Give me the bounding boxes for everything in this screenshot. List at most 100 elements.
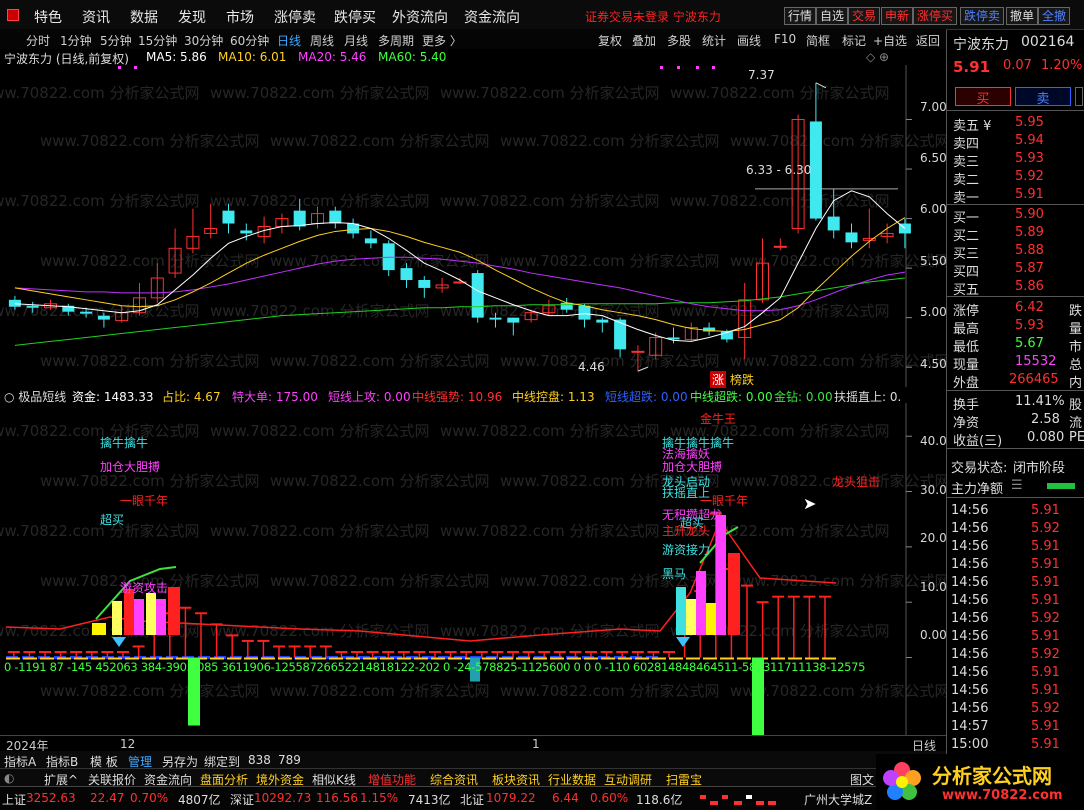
quote-button[interactable]: 行情 (784, 7, 817, 25)
login-notice[interactable]: 证券交易未登录 宁波东力 (585, 8, 721, 25)
menu-item-zi-xun[interactable]: 资讯 (82, 7, 110, 27)
signal-dot (677, 66, 680, 69)
ask-price[interactable]: 5.94 (1015, 133, 1044, 148)
tool-tongji[interactable]: 统计 (702, 32, 726, 49)
sh-amount: 4807亿 (178, 793, 221, 807)
menu-item-te-se[interactable]: 特色 (34, 7, 62, 27)
tool-add-watchlist[interactable]: +自选 (873, 32, 907, 49)
market-breadth-icon (690, 793, 790, 810)
indicator-chart[interactable] (0, 403, 946, 735)
bid-price[interactable]: 5.87 (1015, 261, 1044, 276)
bz-amount: 118.6亿 (636, 793, 683, 807)
tick-row: 14:56 5.91 (951, 629, 1060, 644)
ask-price[interactable]: 5.92 (1015, 169, 1044, 184)
buy-button[interactable]: 买 (955, 87, 1011, 107)
signal-label: 擒牛擒牛 (100, 436, 149, 450)
tool-duogu[interactable]: 多股 (667, 32, 691, 49)
sz-label[interactable]: 深证 (230, 791, 254, 808)
menu-item-shu-ju[interactable]: 数据 (130, 7, 158, 27)
ma20-label: MA20: 5.46 (298, 50, 367, 64)
tab-789[interactable]: 789 (278, 753, 301, 767)
toggle-icon[interactable]: ◐ (4, 771, 14, 785)
high-annotation: 7.37 (748, 68, 775, 82)
period-multi[interactable]: 多周期 (378, 32, 414, 49)
tool-back[interactable]: 返回 (916, 32, 940, 49)
tool-f10[interactable]: F10 (774, 32, 796, 46)
menu-item-die-ting-mai[interactable]: 跌停买 (334, 7, 376, 27)
ma60-line (14, 277, 905, 346)
signal-label: 游资接力 (662, 543, 711, 557)
price-tick: 6.00 (920, 202, 947, 216)
tool-jiankuang[interactable]: 简框 (806, 32, 830, 49)
candle-body (471, 273, 484, 318)
price-tick: 7.00 (920, 100, 947, 114)
period-fenshi[interactable]: 分时 (26, 32, 50, 49)
period-30min[interactable]: 30分钟 (184, 32, 223, 49)
menu-item-shi-chang[interactable]: 市场 (226, 7, 254, 27)
cancel-all-button[interactable]: 全撤 (1038, 7, 1071, 25)
function-tabs: ◐ 扩展^ 关联报价 资金流向 盘面分析 境外资金 相似K线 增值功能 综合资讯… (0, 768, 946, 787)
tick-row: 14:56 5.91 (951, 665, 1060, 680)
limit-up-badge: 涨 (710, 371, 727, 388)
tool-huaxian[interactable]: 画线 (737, 32, 761, 49)
candlestick-chart[interactable] (0, 65, 946, 387)
period-more[interactable]: 更多 〉 (422, 32, 462, 49)
tick-row: 14:56 5.92 (951, 647, 1060, 662)
period-weekly[interactable]: 周线 (310, 32, 334, 49)
ask-price[interactable]: 5.93 (1015, 151, 1044, 166)
menu-item-fa-xian[interactable]: 发现 (178, 7, 206, 27)
signal-block (112, 601, 122, 635)
chart-settings-icon[interactable]: ◇ ⊕ (866, 50, 889, 64)
period-1min[interactable]: 1分钟 (60, 32, 92, 49)
news-ticker[interactable]: 广州大学城Z (804, 791, 872, 808)
menu-item-wai-zi[interactable]: 外资流向 (392, 7, 448, 27)
menu-item-zhang-ting-mai[interactable]: 涨停卖 (274, 7, 316, 27)
bid-price[interactable]: 5.88 (1015, 243, 1044, 258)
tool-diejia[interactable]: 叠加 (632, 32, 656, 49)
tool-fuquan[interactable]: 复权 (598, 32, 622, 49)
bz-label[interactable]: 北证 (460, 791, 484, 808)
candle-body (293, 210, 306, 227)
signal-block (706, 603, 716, 635)
stat2-label: 收益(三) (953, 434, 1003, 449)
signal-block (686, 599, 696, 635)
list-icon[interactable]: ☰ (1011, 478, 1023, 493)
signal-block (168, 587, 180, 635)
ask-price[interactable]: 5.91 (1015, 187, 1044, 202)
panel-toggle-icon[interactable] (1075, 87, 1083, 106)
tick-row: 14:56 5.91 (951, 539, 1060, 554)
range-annotation: 6.33 - 6.30 (746, 163, 812, 177)
signal-block (728, 553, 740, 635)
indicator-values-row: 0 -1191 87 -145 452063 384-3903 085 3611… (4, 660, 866, 674)
ask-price[interactable]: 5.95 (1015, 115, 1044, 130)
limit-up-buy-button[interactable]: 涨停买 (913, 7, 958, 25)
sh-label[interactable]: 上证 (2, 791, 26, 808)
cancel-order-button[interactable]: 撤单 (1006, 7, 1039, 25)
sz-change: 116.56 (316, 791, 358, 805)
trade-button[interactable]: 交易 (848, 7, 881, 25)
period-60min[interactable]: 60分钟 (230, 32, 269, 49)
bid-price[interactable]: 5.90 (1015, 207, 1044, 222)
sh-index: 3252.63 (26, 791, 76, 805)
bid-price[interactable]: 5.86 (1015, 279, 1044, 294)
main-net-label[interactable]: 主力净额 (951, 478, 1003, 497)
limit-down-sell-button[interactable]: 跌停卖 (960, 7, 1005, 25)
app-logo-icon[interactable] (7, 9, 19, 21)
period-15min[interactable]: 15分钟 (138, 32, 177, 49)
period-monthly[interactable]: 月线 (344, 32, 368, 49)
tool-biaoji[interactable]: 标记 (842, 32, 866, 49)
trade-state-label: 交易状态: (951, 461, 1008, 476)
signal-label: 游资攻击 (120, 581, 169, 595)
period-5min[interactable]: 5分钟 (100, 32, 132, 49)
candle-body (773, 245, 787, 248)
sell-button[interactable]: 卖 (1015, 87, 1071, 107)
menu-item-zi-jin[interactable]: 资金流向 (464, 7, 520, 27)
tick-row: 14:56 5.91 (951, 593, 1060, 608)
tab-838[interactable]: 838 (248, 753, 271, 767)
candle-body (80, 311, 93, 314)
watchlist-button[interactable]: 自选 (816, 7, 849, 25)
apply-new-button[interactable]: 申新 (881, 7, 914, 25)
bid-price[interactable]: 5.89 (1015, 225, 1044, 240)
signal-block (716, 515, 726, 635)
period-daily[interactable]: 日线 (277, 32, 301, 49)
